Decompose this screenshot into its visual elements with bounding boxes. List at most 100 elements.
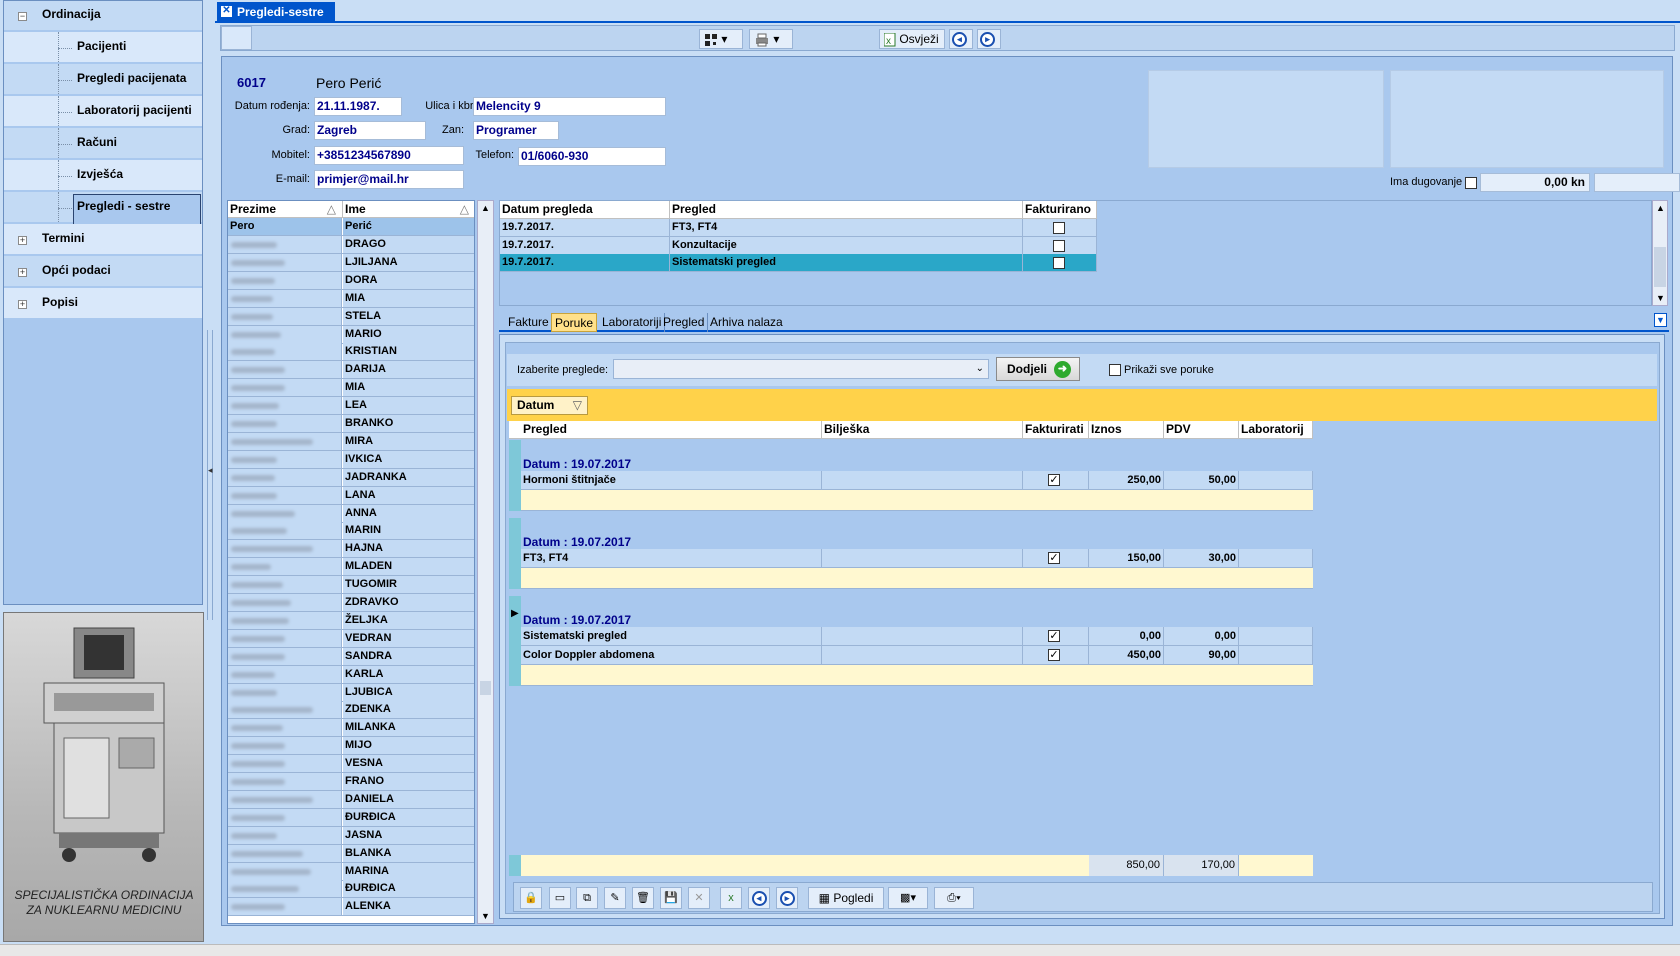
- expand-icon[interactable]: +: [18, 236, 27, 245]
- message-note[interactable]: [822, 627, 1023, 646]
- patient-row[interactable]: ANNA: [228, 504, 474, 523]
- patient-row[interactable]: MIJO: [228, 737, 474, 756]
- patient-row[interactable]: MARIO: [228, 325, 474, 344]
- patient-row[interactable]: LJILJANA: [228, 253, 474, 272]
- patient-row[interactable]: LJUBICA: [228, 683, 474, 702]
- debt-checkbox[interactable]: [1465, 177, 1477, 189]
- patient-row[interactable]: KRISTIAN: [228, 343, 474, 362]
- tree-item[interactable]: Računi: [4, 128, 202, 158]
- patient-row[interactable]: KARLA: [228, 665, 474, 684]
- previous-record-button[interactable]: ◂: [748, 887, 770, 909]
- street-field[interactable]: Melencity 9: [473, 97, 666, 116]
- patient-row[interactable]: DORA: [228, 271, 474, 290]
- tree-item[interactable]: + Termini: [4, 224, 202, 254]
- scroll-down-icon[interactable]: ▼: [1656, 293, 1665, 303]
- tree-item[interactable]: Laboratorij pacijenti: [4, 96, 202, 126]
- invoice-checkbox[interactable]: ✓: [1048, 630, 1060, 642]
- patient-row[interactable]: STELA: [228, 307, 474, 326]
- assign-button[interactable]: Dodjeli ➜: [996, 357, 1080, 381]
- show-all-messages-checkbox[interactable]: [1109, 364, 1121, 376]
- tab-laboratoriji[interactable]: Laboratoriji: [599, 313, 666, 332]
- dob-field[interactable]: 21.11.1987.: [314, 97, 402, 116]
- patient-row[interactable]: SANDRA: [228, 647, 474, 666]
- invoice-checkbox[interactable]: ✓: [1048, 649, 1060, 661]
- message-note[interactable]: [822, 471, 1023, 490]
- invoiced-checkbox[interactable]: [1053, 222, 1065, 234]
- tab-arhiva-nalaza[interactable]: Arhiva nalaza: [707, 313, 786, 332]
- views-button[interactable]: ▦ Pogledi: [808, 887, 884, 909]
- patient-row[interactable]: HAJNA: [228, 540, 474, 559]
- email-field[interactable]: primjer@mail.hr: [314, 170, 464, 189]
- invoice-checkbox[interactable]: ✓: [1048, 552, 1060, 564]
- patient-row[interactable]: TUGOMIR: [228, 576, 474, 595]
- tree-item[interactable]: Pregledi - sestre: [4, 192, 202, 225]
- exam-select-dropdown[interactable]: ⌄: [613, 359, 989, 379]
- patient-row[interactable]: MIA: [228, 379, 474, 398]
- patient-row[interactable]: MIA: [228, 289, 474, 308]
- patient-row[interactable]: ĐURĐICA: [228, 880, 474, 899]
- refresh-button[interactable]: x Osvježi: [879, 29, 945, 49]
- patient-row[interactable]: BRANKO: [228, 415, 474, 433]
- invoiced-checkbox[interactable]: [1053, 239, 1065, 252]
- lock-button[interactable]: 🔒: [520, 887, 542, 909]
- tabs-dropdown-icon[interactable]: ▼: [1654, 313, 1667, 327]
- scroll-up-icon[interactable]: ▲: [481, 203, 490, 213]
- expand-icon[interactable]: +: [18, 300, 27, 309]
- patient-row[interactable]: ZDRAVKO: [228, 594, 474, 612]
- message-note[interactable]: [822, 646, 1023, 665]
- cancel-button[interactable]: ✕: [688, 887, 710, 909]
- column-header-laboratorij[interactable]: Laboratorij: [1239, 421, 1313, 439]
- print-dropdown-button[interactable]: ⎙▾: [934, 887, 974, 909]
- print-dropdown-button[interactable]: ▾: [749, 29, 793, 49]
- column-header-name[interactable]: Ime △: [343, 201, 474, 218]
- new-button[interactable]: ▭: [549, 887, 571, 909]
- job-field[interactable]: Programer: [473, 121, 559, 140]
- patient-row[interactable]: MARINA: [228, 862, 474, 881]
- tab-pregled[interactable]: Pregled: [660, 313, 709, 332]
- collapse-icon[interactable]: −: [18, 12, 27, 21]
- column-header-iznos[interactable]: Iznos: [1089, 421, 1164, 439]
- tree-item[interactable]: Izvješća: [4, 160, 202, 190]
- column-header-exam[interactable]: Pregled: [670, 201, 1023, 219]
- tab-fakture[interactable]: Fakture: [505, 313, 553, 332]
- patient-row[interactable]: JADRANKA: [228, 468, 474, 487]
- expand-icon[interactable]: +: [18, 268, 27, 277]
- patient-list-scrollbar[interactable]: ▲ ▼: [477, 200, 494, 924]
- patient-row[interactable]: DRAGO: [228, 236, 474, 254]
- patient-row[interactable]: FRANO: [228, 773, 474, 791]
- scroll-up-icon[interactable]: ▲: [1656, 203, 1665, 213]
- patient-row-selected[interactable]: Pero Perić: [228, 218, 474, 236]
- next-record-button[interactable]: ▸: [776, 887, 798, 909]
- patient-row[interactable]: MLADEN: [228, 558, 474, 577]
- exam-grid-scrollbar[interactable]: ▲ ▼: [1652, 200, 1668, 306]
- previous-record-button[interactable]: ◂: [949, 29, 973, 49]
- patient-row[interactable]: ĐURĐICA: [228, 808, 474, 827]
- patient-row[interactable]: MARIN: [228, 522, 474, 541]
- toolbar-blank-button[interactable]: [221, 26, 252, 50]
- patient-row[interactable]: DANIELA: [228, 790, 474, 809]
- next-record-button[interactable]: ▸: [977, 29, 1001, 49]
- patient-row[interactable]: BLANKA: [228, 844, 474, 863]
- patient-row[interactable]: IVKICA: [228, 450, 474, 469]
- export-excel-button[interactable]: x: [720, 887, 742, 909]
- qr-dropdown-button[interactable]: ▩▾: [888, 887, 928, 909]
- filter-icon[interactable]: ▽: [573, 397, 582, 414]
- message-note[interactable]: [822, 549, 1023, 568]
- scroll-down-icon[interactable]: ▼: [481, 911, 490, 921]
- group-by-date-chip[interactable]: Datum ▽: [511, 396, 588, 415]
- column-header-surname[interactable]: Prezime △: [228, 201, 343, 218]
- column-header-pdv[interactable]: PDV: [1164, 421, 1239, 439]
- invoice-checkbox[interactable]: ✓: [1048, 474, 1060, 486]
- scroll-thumb[interactable]: [480, 681, 491, 695]
- phone-field[interactable]: 01/6060-930: [518, 147, 666, 166]
- column-header-biljeska[interactable]: Bilješka: [822, 421, 1023, 439]
- patient-row[interactable]: MIRA: [228, 432, 474, 451]
- close-icon[interactable]: ✕: [221, 6, 232, 17]
- invoiced-checkbox[interactable]: [1053, 257, 1065, 269]
- patient-row[interactable]: LANA: [228, 486, 474, 505]
- patient-row[interactable]: JASNA: [228, 826, 474, 845]
- tree-item[interactable]: + Popisi: [4, 288, 202, 318]
- tab-poruke[interactable]: Poruke: [551, 313, 598, 332]
- mobile-field[interactable]: +3851234567890: [314, 146, 464, 165]
- patient-row[interactable]: LEA: [228, 397, 474, 416]
